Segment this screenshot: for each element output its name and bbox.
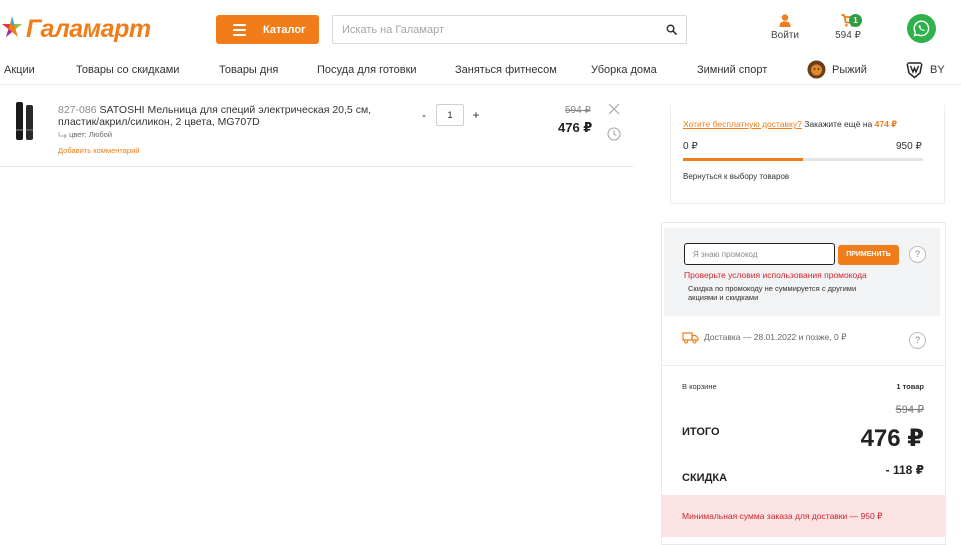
logo-text: Галамарт — [26, 14, 151, 43]
total-label: ИТОГО — [682, 426, 720, 438]
order-more-label: Закажите ещё на — [804, 119, 873, 129]
back-to-shopping-link[interactable]: Вернуться к выбору товаров — [683, 172, 789, 181]
ryzhiy-logo-icon — [807, 60, 826, 79]
save-for-later-clock-icon[interactable] — [607, 127, 621, 141]
discount-label: СКИДКА — [682, 472, 728, 484]
nav-item-fitness[interactable]: Заняться фитнесом — [455, 64, 557, 76]
product-code: 827-086 — [58, 104, 97, 116]
product-title[interactable]: 827-086 SATOSHI Мельница для специй элек… — [58, 104, 408, 128]
in-cart-label: В корзине — [682, 382, 717, 391]
menu-icon — [233, 21, 246, 39]
login-label: Войти — [771, 30, 799, 41]
in-cart-value: 1 товар — [896, 382, 924, 391]
nav-item-ryzhiy[interactable]: Рыжий — [807, 60, 867, 79]
whatsapp-icon — [913, 20, 930, 37]
free-delivery-link[interactable]: Хотите бесплатную доставку? — [683, 119, 802, 129]
promo-help-icon[interactable]: ? — [909, 246, 926, 263]
cart-button[interactable]: 1 594 ₽ — [831, 14, 865, 41]
total-value: 476 ₽ — [860, 425, 924, 452]
item-price: 476 ₽ — [558, 120, 593, 135]
amount-left: 474 ₽ — [874, 119, 898, 129]
logo[interactable]: Галамарт — [0, 12, 151, 46]
truck-icon — [682, 332, 699, 344]
catalog-label: Каталог — [263, 23, 306, 36]
nav-item-promotions[interactable]: Акции — [4, 64, 35, 76]
add-comment-link[interactable]: Добавить комментарий — [58, 146, 139, 155]
delivery-text: Доставка — 28.01.2022 и позже, 0 ₽ — [704, 332, 847, 342]
nav-item-cleaning[interactable]: Уборка дома — [591, 64, 657, 76]
by-logo-icon — [906, 62, 923, 79]
main-nav: Акции Товары со скидками Товары дня Посу… — [0, 56, 961, 85]
cart-total: 594 ₽ — [835, 30, 861, 41]
variant-label: цвет: Любой — [69, 130, 113, 139]
progress-end-label: 950 ₽ — [896, 141, 922, 152]
min-order-text: Минимальная сумма заказа для доставки — … — [682, 511, 883, 521]
free-delivery-text: Хотите бесплатную доставку? Закажите ещё… — [683, 119, 897, 130]
quantity-stepper: - 1 + — [420, 104, 480, 126]
divider — [662, 365, 945, 366]
search-icon[interactable] — [666, 24, 677, 35]
nav-item-deals-of-day[interactable]: Товары дня — [219, 64, 278, 76]
variant-arrow-icon — [58, 131, 67, 138]
logo-star-icon — [2, 16, 22, 37]
subtotal-old: 594 ₽ — [895, 404, 924, 416]
remove-item-icon[interactable] — [608, 103, 620, 115]
old-price: 594 ₽ — [565, 105, 591, 116]
free-delivery-progress — [683, 158, 923, 161]
nav-item-ryzhiy-label: Рыжий — [832, 63, 867, 76]
progress-start-label: 0 ₽ — [683, 141, 698, 152]
qty-increase-button[interactable]: + — [472, 108, 480, 122]
min-order-warning: Минимальная сумма заказа для доставки — … — [662, 495, 945, 537]
nav-item-discounts[interactable]: Товары со скидками — [76, 64, 179, 76]
order-summary-panel: ПРИМЕНИТЬ ? Проверьте условия использова… — [661, 222, 946, 545]
promo-note-text: Скидка по промокоду не суммируется с дру… — [688, 284, 857, 302]
delivery-info: Доставка — 28.01.2022 и позже, 0 ₽ — [682, 331, 847, 344]
delivery-help-icon[interactable]: ? — [909, 332, 926, 349]
cart-item-row: 827-086 SATOSHI Мельница для специй элек… — [0, 96, 633, 167]
promo-apply-button[interactable]: ПРИМЕНИТЬ — [838, 245, 899, 265]
header: Галамарт Каталог Войти 1 594 ₽ — [0, 0, 961, 56]
nav-item-cookware[interactable]: Посуда для готовки — [317, 64, 417, 76]
qty-decrease-button[interactable]: - — [420, 108, 428, 122]
catalog-button[interactable]: Каталог — [216, 15, 319, 44]
free-delivery-progress-fill — [683, 158, 803, 161]
search-box — [332, 15, 687, 44]
promo-error-text: Проверьте условия использования промокод… — [684, 270, 867, 280]
product-variant: цвет: Любой — [58, 130, 112, 139]
whatsapp-button[interactable] — [907, 14, 936, 43]
nav-item-by-label: BY — [930, 63, 945, 76]
promo-section: ПРИМЕНИТЬ ? Проверьте условия использова… — [664, 228, 940, 316]
cart-count-badge: 1 — [849, 14, 862, 27]
qty-input[interactable]: 1 — [436, 104, 464, 126]
product-name: SATOSHI Мельница для специй электрическа… — [58, 104, 372, 128]
nav-item-by[interactable]: BY — [905, 60, 945, 79]
free-delivery-panel: Хотите бесплатную доставку? Закажите ещё… — [670, 105, 945, 204]
promo-code-input[interactable] — [684, 243, 835, 265]
user-icon — [779, 14, 791, 27]
login-button[interactable]: Войти — [770, 14, 800, 41]
nav-item-winter-sport[interactable]: Зимний спорт — [697, 64, 767, 76]
discount-value: - 118 ₽ — [885, 463, 924, 477]
search-input[interactable] — [333, 16, 653, 43]
product-image[interactable] — [14, 101, 36, 141]
